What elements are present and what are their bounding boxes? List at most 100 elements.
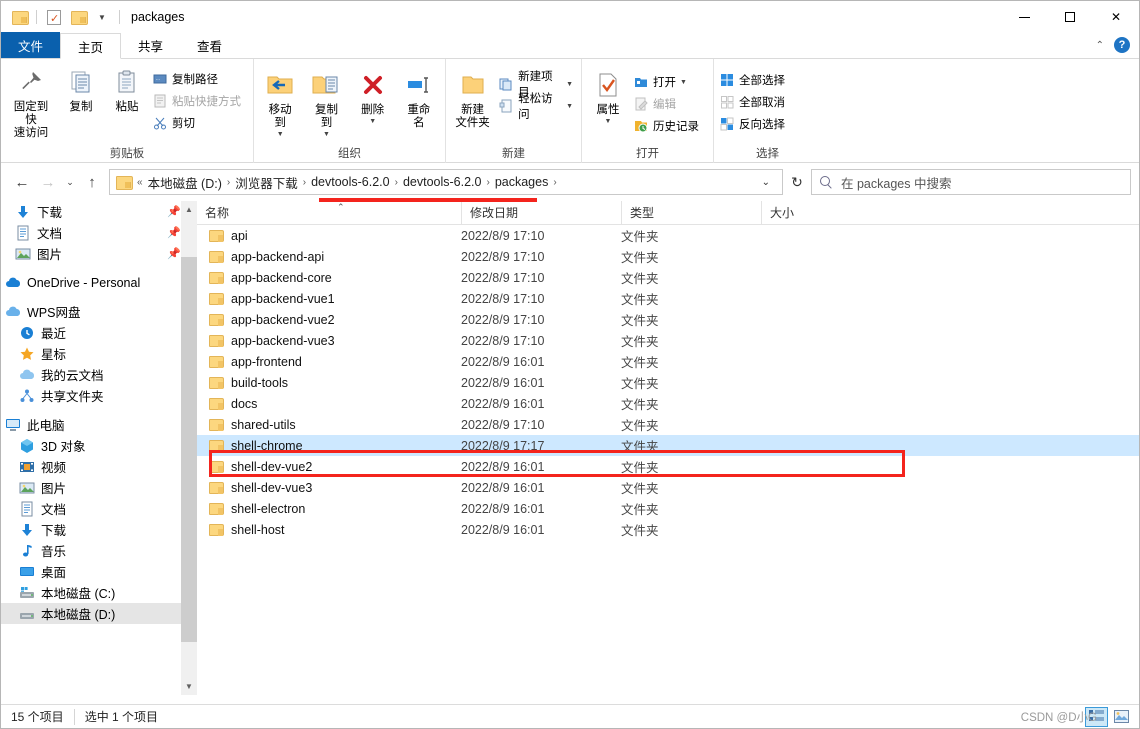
scroll-down-arrow[interactable]: ▼	[181, 678, 197, 695]
table-row[interactable]: shell-chrome 2022/8/9 17:17 文件夹	[197, 435, 1139, 456]
sidebar-item-wps-mydocs[interactable]: 我的云文档	[1, 364, 197, 385]
breadcrumb-item-1[interactable]: 浏览器下载	[232, 173, 301, 192]
delete-button[interactable]: 删除 ▼	[350, 67, 396, 125]
column-header-size[interactable]: 大小	[761, 200, 857, 225]
table-row[interactable]: app-backend-vue2 2022/8/9 17:10 文件夹	[197, 309, 1139, 330]
table-row[interactable]: build-tools 2022/8/9 16:01 文件夹	[197, 372, 1139, 393]
table-row[interactable]: app-frontend 2022/8/9 16:01 文件夹	[197, 351, 1139, 372]
sidebar-item-documents-pc[interactable]: 文档	[1, 498, 197, 519]
chevron-up-icon[interactable]: ⌃	[1096, 40, 1104, 51]
up-button[interactable]: ↑	[79, 169, 105, 195]
rename-button[interactable]: 重命名	[396, 67, 442, 130]
sidebar-item-wps-shared[interactable]: 共享文件夹	[1, 385, 197, 406]
sidebar-item-desktop[interactable]: 桌面	[1, 561, 197, 582]
easy-access-caret[interactable]: ▼	[566, 103, 573, 110]
table-row[interactable]: shell-dev-vue2 2022/8/9 16:01 文件夹	[197, 456, 1139, 477]
table-row[interactable]: app-backend-vue3 2022/8/9 17:10 文件夹	[197, 330, 1139, 351]
breadcrumb[interactable]: « 本地磁盘 (D:) › 浏览器下载 › devtools-6.2.0 › d…	[109, 169, 783, 195]
sidebar-item-videos[interactable]: 视频	[1, 456, 197, 477]
select-none-button[interactable]: 全部取消	[717, 91, 790, 113]
pin-icon[interactable]: 📌	[167, 205, 181, 218]
table-row[interactable]: shell-electron 2022/8/9 16:01 文件夹	[197, 498, 1139, 519]
close-button[interactable]: ✕	[1093, 1, 1139, 33]
move-to-caret[interactable]: ▼	[277, 131, 284, 138]
tab-view[interactable]: 查看	[180, 32, 239, 58]
paste-shortcut-button[interactable]: 粘贴快捷方式	[150, 90, 246, 112]
table-row[interactable]: app-backend-api 2022/8/9 17:10 文件夹	[197, 246, 1139, 267]
breadcrumb-dropdown-icon[interactable]: ⌄	[754, 177, 778, 188]
paste-button[interactable]: 粘贴	[104, 64, 150, 114]
easy-access-button[interactable]: 轻松访问 ▼	[496, 93, 578, 121]
table-row[interactable]: app-backend-vue1 2022/8/9 17:10 文件夹	[197, 288, 1139, 309]
open-caret[interactable]: ▼	[680, 79, 687, 86]
large-icons-view-button[interactable]	[1110, 707, 1133, 727]
scrollbar-thumb[interactable]	[181, 257, 197, 642]
pin-icon[interactable]: 📌	[167, 247, 181, 260]
table-row[interactable]: app-backend-core 2022/8/9 17:10 文件夹	[197, 267, 1139, 288]
scroll-up-arrow[interactable]: ▲	[181, 201, 197, 218]
breadcrumb-item-4[interactable]: packages	[492, 175, 552, 189]
copy-to-caret[interactable]: ▼	[323, 131, 330, 138]
sidebar-item-local-disk-c[interactable]: 本地磁盘 (C:)	[1, 582, 197, 603]
search-input[interactable]: 在 packages 中搜索	[841, 173, 951, 192]
breadcrumb-sep-3[interactable]: ›	[484, 177, 491, 188]
column-header-date-modified[interactable]: 修改日期	[461, 200, 621, 225]
sidebar-item-wps-cloud[interactable]: WPS网盘	[1, 301, 197, 322]
customize-qat-caret[interactable]: ▼	[92, 7, 112, 27]
column-header-type[interactable]: 类型	[621, 200, 761, 225]
refresh-button[interactable]: ↻	[783, 169, 811, 195]
column-header-name[interactable]: 名称 ⌃	[197, 201, 461, 225]
sidebar-item-local-disk-d[interactable]: 本地磁盘 (D:)	[1, 603, 197, 624]
new-folder-button[interactable]: 新建 文件夹	[449, 67, 496, 130]
maximize-button[interactable]	[1047, 1, 1093, 33]
breadcrumb-item-2[interactable]: devtools-6.2.0	[308, 175, 393, 189]
sidebar-item-pictures-pc[interactable]: 图片	[1, 477, 197, 498]
copy-to-button[interactable]: 复制到 ▼	[303, 67, 349, 138]
table-row[interactable]: shared-utils 2022/8/9 17:10 文件夹	[197, 414, 1139, 435]
edit-button[interactable]: 编辑	[631, 93, 704, 115]
copy-button[interactable]: 复制	[58, 64, 104, 114]
breadcrumb-sep-2[interactable]: ›	[393, 177, 400, 188]
cut-button[interactable]: 剪切	[150, 112, 246, 134]
invert-selection-button[interactable]: 反向选择	[717, 113, 790, 135]
back-button[interactable]: ←	[9, 169, 35, 195]
table-row[interactable]: docs 2022/8/9 16:01 文件夹	[197, 393, 1139, 414]
tab-home[interactable]: 主页	[60, 33, 122, 59]
new-folder-icon[interactable]	[68, 7, 88, 27]
select-all-button[interactable]: 全部选择	[717, 69, 790, 91]
new-item-caret[interactable]: ▼	[566, 81, 573, 88]
history-button[interactable]: 历史记录	[631, 115, 704, 137]
tab-file[interactable]: 文件	[1, 32, 61, 58]
sidebar-item-this-pc[interactable]: 此电脑	[1, 414, 197, 435]
forward-button[interactable]: →	[35, 169, 61, 195]
sidebar-item-pictures[interactable]: 图片 📌	[1, 243, 197, 264]
table-row[interactable]: shell-host 2022/8/9 16:01 文件夹	[197, 519, 1139, 540]
tab-share[interactable]: 共享	[121, 32, 180, 58]
search-box[interactable]: 在 packages 中搜索	[811, 169, 1131, 195]
sidebar-item-downloads[interactable]: 下载 📌	[1, 201, 197, 222]
pin-to-quick-access-button[interactable]: 固定到快 速访问	[4, 64, 58, 140]
copy-path-button[interactable]: ··· 复制路径	[150, 68, 246, 90]
breadcrumb-sep-1[interactable]: ›	[301, 177, 308, 188]
navigation-scrollbar[interactable]: ▲ ▼	[181, 201, 197, 695]
pin-icon[interactable]: 📌	[167, 226, 181, 239]
breadcrumb-sep-0[interactable]: ›	[225, 177, 232, 188]
sidebar-item-documents[interactable]: 文档 📌	[1, 222, 197, 243]
breadcrumb-item-0[interactable]: 本地磁盘 (D:)	[145, 173, 225, 192]
table-row[interactable]: api 2022/8/9 17:10 文件夹	[197, 225, 1139, 246]
minimize-button[interactable]	[1001, 1, 1047, 33]
move-to-button[interactable]: 移动到 ▼	[257, 67, 303, 138]
properties-caret[interactable]: ▼	[605, 118, 612, 125]
sidebar-item-onedrive-personal[interactable]: OneDrive - Personal	[1, 272, 197, 293]
breadcrumb-sep-4[interactable]: ›	[551, 177, 558, 188]
breadcrumb-item-3[interactable]: devtools-6.2.0	[400, 175, 485, 189]
recent-locations-button[interactable]: ⌄	[61, 169, 79, 195]
sidebar-item-wps-starred[interactable]: 星标	[1, 343, 197, 364]
delete-caret[interactable]: ▼	[369, 118, 376, 125]
table-row[interactable]: shell-dev-vue3 2022/8/9 16:01 文件夹	[197, 477, 1139, 498]
sidebar-item-downloads-pc[interactable]: 下载	[1, 519, 197, 540]
sidebar-item-music[interactable]: 音乐	[1, 540, 197, 561]
sidebar-item-3d-objects[interactable]: 3D 对象	[1, 435, 197, 456]
folder-icon[interactable]	[9, 7, 29, 27]
properties-icon[interactable]: ✓	[44, 7, 64, 27]
